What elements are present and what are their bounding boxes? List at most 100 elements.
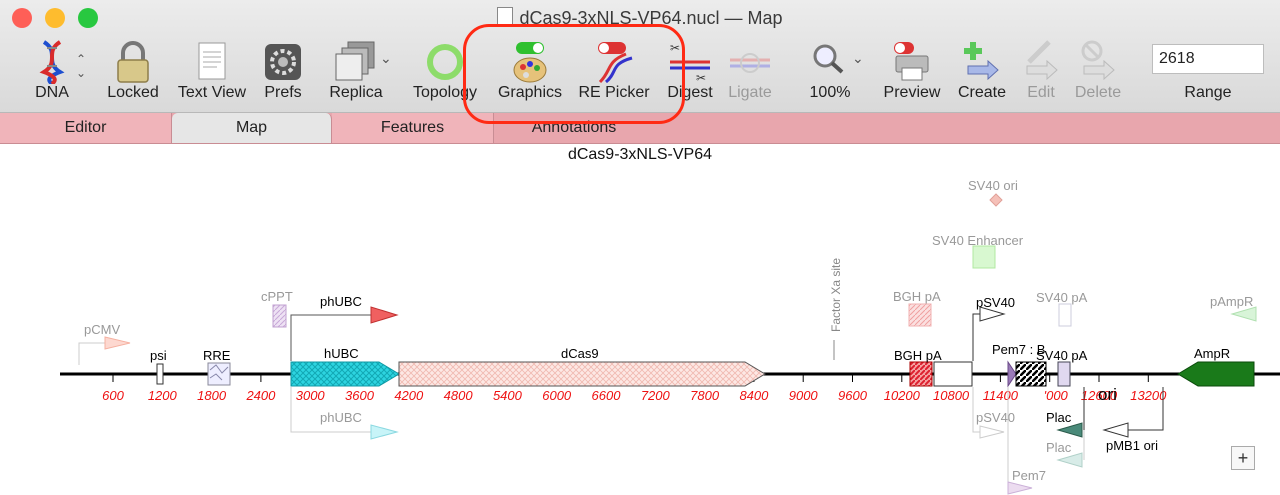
scale-tick-label-3000: 3000	[296, 388, 326, 403]
scale-tick-label-8400: 8400	[739, 388, 769, 403]
feature-Pem7-bottom-arrow[interactable]	[1007, 481, 1033, 495]
feature-hUBC-label: hUBC	[324, 346, 359, 361]
toolbar-replica-label: Replica	[329, 84, 383, 101]
map-zoom-in-button[interactable]: +	[1231, 446, 1255, 470]
toolbar-create-button[interactable]: Create	[958, 40, 1006, 106]
circle-ring-icon	[427, 44, 463, 80]
feature-pSV40-top-label: pSV40	[976, 295, 1015, 310]
tab-map[interactable]: Map	[172, 113, 332, 143]
feature-pAmpR-label: pAmpR	[1210, 294, 1253, 309]
pencil-arrow-icon	[1026, 40, 1058, 81]
feature-pAmpR-arrow[interactable]	[1230, 306, 1257, 322]
toolbar-prefs-label: Prefs	[264, 84, 302, 101]
feature-phUBC-top-label: phUBC	[320, 294, 362, 309]
feature-SV40-pA-box[interactable]	[1057, 361, 1071, 387]
feature-phUBC-bottom-label: phUBC	[320, 410, 362, 425]
toolbar-locked-label: Locked	[107, 84, 159, 101]
feature-SV40-ori-marker[interactable]	[989, 193, 1003, 207]
printer-icon	[894, 42, 929, 81]
feature-psi-label: psi	[150, 348, 167, 363]
toolbar-ligate-label: Ligate	[728, 84, 772, 101]
scale-tick-label-5400: 5400	[493, 388, 523, 403]
feature-BGH-pA-label: BGH pA	[894, 348, 942, 363]
toolbar-zoom-button[interactable]: 100%	[808, 40, 852, 106]
feature-Pem7-marker[interactable]	[1007, 360, 1017, 388]
feature-hUBC-arrow[interactable]	[290, 361, 400, 387]
scale-tick-label-10800: 10800	[933, 388, 970, 403]
feature-BGH-pA-box[interactable]	[909, 361, 933, 387]
feature-psi-box[interactable]	[156, 363, 164, 385]
tab-editor[interactable]: Editor	[0, 113, 172, 143]
text-document-icon	[198, 42, 226, 80]
toolbar-locked-button[interactable]: Locked	[107, 40, 159, 106]
feature-dCas9-label: dCas9	[561, 346, 599, 361]
feature-ori-label: ori	[1098, 385, 1117, 404]
toolbar-text-view-button[interactable]: Text View	[178, 40, 246, 106]
toolbar-ligate-button[interactable]: Ligate	[728, 40, 772, 106]
scale-tick-label-1800: 1800	[197, 388, 227, 403]
scale-tick-label-12000: '000	[1044, 388, 1069, 403]
feature-SV40-pA-label: SV40 pA	[1036, 348, 1088, 363]
feature-Pem7-bottom-label: Pem7	[1012, 468, 1046, 483]
zoom-chevron-down-icon[interactable]: ⌄	[852, 50, 864, 67]
feature-AmpR-arrow[interactable]	[1177, 361, 1255, 387]
feature-factor-xa-site-label: Factor Xa site	[829, 258, 843, 332]
toolbar-dna-button[interactable]: DNA	[30, 40, 74, 106]
scale-tick-label-7800: 7800	[690, 388, 720, 403]
dna-helix-icon	[39, 40, 65, 84]
feature-dCas9-arrow[interactable]	[398, 361, 766, 387]
feature-SV40-enhancer-label: SV40 Enhancer	[932, 233, 1024, 248]
feature-pMB1-ori-label: pMB1 ori	[1106, 438, 1158, 453]
graphics-re-picker-highlight-annotation	[463, 24, 685, 124]
feature-SV40-pA-top-label: SV40 pA	[1036, 290, 1088, 305]
feature-plac-arrow[interactable]	[1056, 422, 1083, 438]
plus-arrow-icon	[964, 42, 999, 81]
feature-pCMV-label: pCMV	[84, 322, 120, 337]
feature-pSV40-bottom-arrow[interactable]	[979, 425, 1005, 439]
feature-SV40-enhancer-box[interactable]	[972, 245, 996, 269]
feature-SV40-ori-label: SV40 ori	[968, 178, 1018, 193]
scale-tick-label-7200: 7200	[641, 388, 671, 403]
feature-plac2-label: Plac	[1046, 440, 1072, 455]
stacked-pages-icon	[335, 41, 375, 81]
scale-tick-label-6600: 6600	[592, 388, 622, 403]
feature-pCMV-arrow[interactable]	[104, 336, 131, 350]
feature-cPPT-label: cPPT	[261, 289, 293, 304]
toolbar-topology-button[interactable]: Topology	[413, 40, 477, 106]
dna-stepper-icon[interactable]: ⌃ ⌄	[76, 52, 86, 80]
toolbar-preview-button[interactable]: Preview	[884, 40, 940, 106]
feature-SV40-pA-top-box[interactable]	[1058, 303, 1072, 327]
toolbar-replica-button[interactable]: Replica	[329, 40, 383, 106]
range-input[interactable]	[1152, 44, 1264, 74]
toolbar-dna-label: DNA	[35, 84, 69, 101]
feature-phUBC-bottom-arrow[interactable]	[370, 424, 399, 440]
scale-tick-label-6000: 6000	[542, 388, 572, 403]
toolbar-delete-button[interactable]: Delete	[1075, 40, 1121, 106]
feature-RRE-box[interactable]	[207, 362, 231, 386]
lock-icon	[117, 41, 149, 83]
tab-features[interactable]: Features	[332, 113, 494, 143]
magnifier-icon	[813, 44, 844, 74]
feature-hatched-region-box[interactable]	[1015, 361, 1047, 387]
feature-pMB1-ori-arrow[interactable]	[1102, 422, 1129, 438]
scale-tick-label-10200: 10200	[884, 388, 921, 403]
feature-cPPT-box[interactable]	[272, 304, 287, 328]
gear-icon	[265, 44, 301, 80]
feature-open-region-box[interactable]	[933, 361, 973, 387]
scale-tick-label-9600: 9600	[838, 388, 868, 403]
toolbar-prefs-button[interactable]: Prefs	[261, 40, 305, 106]
feature-pSV40-bottom-label: pSV40	[976, 410, 1015, 425]
feature-phUBC-top-arrow[interactable]	[370, 306, 399, 324]
scale-tick-label-600: 600	[102, 388, 124, 403]
scale-tick-label-1200: 1200	[148, 388, 178, 403]
feature-BGH-pA-top-box[interactable]	[908, 303, 932, 327]
scale-tick-label-3600: 3600	[345, 388, 375, 403]
feature-plac2-arrow[interactable]	[1056, 452, 1083, 468]
scale-tick-label-2400: 2400	[245, 388, 276, 403]
feature-BGH-pA-top-label: BGH pA	[893, 289, 941, 304]
scale-tick-label-13200: 13200	[1130, 388, 1167, 403]
range-label: Range	[1184, 84, 1232, 101]
feature-pCMV-connector	[78, 342, 108, 365]
feature-RRE-label: RRE	[203, 348, 231, 363]
replica-chevron-down-icon[interactable]: ⌄	[380, 50, 392, 67]
